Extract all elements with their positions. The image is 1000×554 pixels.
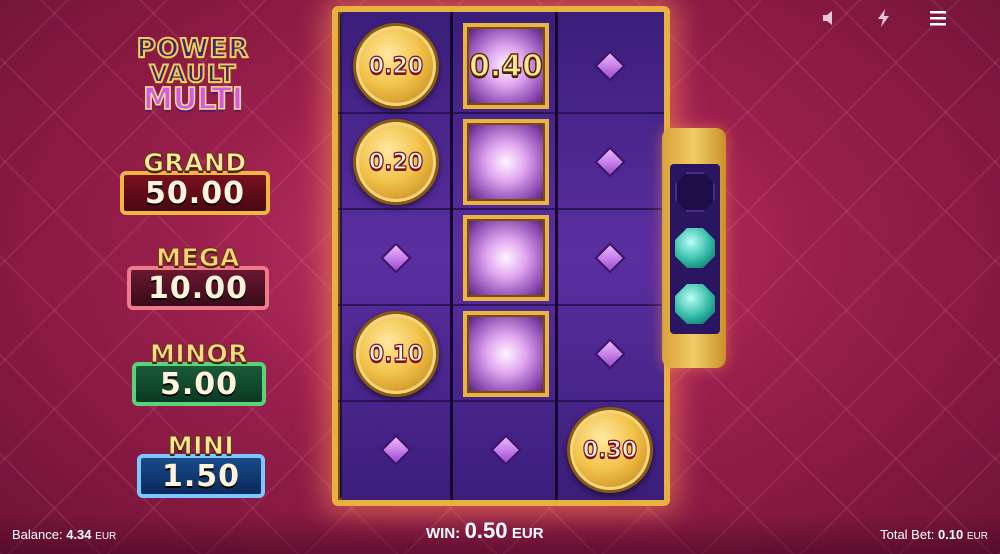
balance-label: Balance: — [12, 527, 63, 542]
row-divider — [338, 112, 664, 114]
diamond-icon — [594, 338, 626, 370]
empty-gem-slot-icon — [675, 172, 715, 212]
jackpot-grand-label: GRAND — [143, 148, 247, 178]
coin-symbol: 0.20 — [353, 119, 439, 205]
coin-symbol: 0.30 — [567, 407, 653, 493]
jackpot-mega-value: 10.00 — [127, 266, 269, 310]
jackpot-mini: MINI 1.50 — [137, 431, 265, 498]
vault-value: 0.40 — [468, 48, 544, 85]
reel3-cell-3 — [560, 212, 660, 304]
total-bet-currency: EUR — [966, 531, 988, 542]
balance-value: 4.34 — [66, 527, 92, 542]
total-bet-display: Total Bet: 0.10 EUR — [880, 527, 988, 542]
speaker-icon[interactable] — [818, 8, 842, 32]
top-toolbar — [818, 8, 950, 32]
jackpot-minor-value: 5.00 — [132, 362, 266, 406]
reel1-cell-3 — [346, 212, 446, 304]
gem-collector-slots — [670, 164, 720, 334]
jackpot-mega: MEGA 10.00 — [127, 243, 269, 310]
coin-symbol: 0.10 — [353, 311, 439, 397]
vault-symbol: 0.40 — [463, 23, 549, 109]
total-bet-label: Total Bet: — [880, 527, 935, 542]
row-divider — [338, 400, 664, 402]
jackpot-mini-label: MINI — [167, 431, 235, 461]
reel2-cell-2 — [456, 116, 556, 208]
reel2-cell-3 — [456, 212, 556, 304]
reel1-cell-2: 0.20 — [346, 116, 446, 208]
reel2-cell-4 — [456, 308, 556, 400]
reel3-cell-2 — [560, 116, 660, 208]
coin-symbol: 0.20 — [353, 23, 439, 109]
diamond-icon — [380, 242, 412, 274]
reel1-cell-5 — [346, 404, 446, 496]
gem-icon — [675, 284, 715, 324]
total-bet-value: 0.10 — [937, 527, 964, 542]
reel3-cell-1 — [560, 20, 660, 112]
vault-symbol — [463, 119, 549, 205]
reel-divider — [450, 12, 453, 500]
diamond-icon — [594, 146, 626, 178]
balance-display: Balance: 4.34 EUR — [12, 527, 116, 542]
reel2-cell-1: 0.40 — [456, 20, 556, 112]
menu-icon[interactable] — [926, 8, 950, 32]
win-label: WIN: — [426, 525, 461, 542]
row-divider — [338, 304, 664, 306]
balance-currency: EUR — [95, 531, 117, 542]
vault-symbol — [463, 215, 549, 301]
lightning-icon[interactable] — [872, 8, 896, 32]
win-currency: EUR — [511, 525, 544, 542]
diamond-icon — [594, 242, 626, 274]
jackpot-minor: MINOR 5.00 — [132, 339, 266, 406]
reel1-cell-1: 0.20 — [346, 20, 446, 112]
jackpot-minor-label: MINOR — [149, 339, 249, 369]
row-divider — [338, 208, 664, 210]
reel2-cell-5 — [456, 404, 556, 496]
jackpot-mega-label: MEGA — [156, 243, 240, 273]
jackpot-grand: GRAND 50.00 — [120, 148, 270, 215]
diamond-icon — [380, 434, 412, 466]
vault-symbol — [463, 311, 549, 397]
game-logo: POWER VAULT MULTI — [128, 33, 258, 132]
reel3-cell-5: 0.30 — [560, 404, 660, 496]
gem-icon — [675, 228, 715, 268]
reel1-cell-4: 0.10 — [346, 308, 446, 400]
reel3-cell-4 — [560, 308, 660, 400]
jackpot-mini-value: 1.50 — [137, 454, 265, 498]
gem-collector — [662, 128, 726, 368]
diamond-icon — [490, 434, 522, 466]
reels-frame: 0.20 0.20 0.10 0.40 0.30 — [332, 6, 670, 506]
win-value: 0.50 — [464, 518, 508, 543]
jackpot-grand-value: 50.00 — [120, 171, 270, 215]
diamond-icon — [594, 50, 626, 82]
logo-line-3: MULTI — [142, 81, 244, 118]
win-display: WIN: 0.50 EUR — [426, 518, 544, 544]
